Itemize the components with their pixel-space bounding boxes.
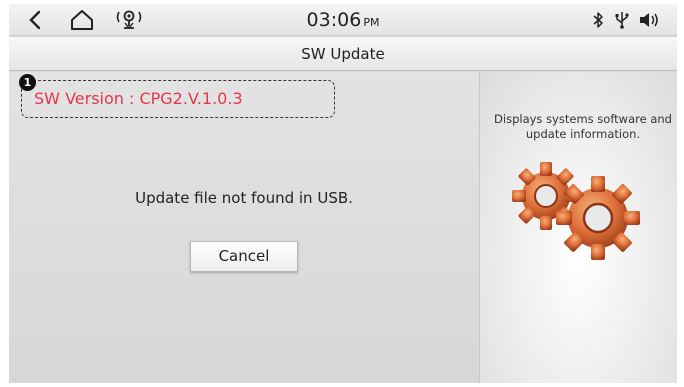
info-description: Displays systems software and update inf… xyxy=(494,112,672,141)
cancel-button[interactable]: Cancel xyxy=(190,241,298,272)
info-panel: Displays systems software and update inf… xyxy=(479,72,677,383)
usb-icon xyxy=(613,8,631,32)
sw-version-text: SW Version : CPG2.V.1.0.3 xyxy=(34,89,243,108)
gears-icon xyxy=(512,162,640,260)
clock: 03:06 PM xyxy=(9,9,677,31)
volume-icon xyxy=(637,8,661,32)
status-message: Update file not found in USB. xyxy=(135,189,353,207)
sw-version-highlight: 1 SW Version : CPG2.V.1.0.3 xyxy=(19,74,335,118)
screen: 03:06 PM SW Update 1 SW Version: CPG2.V… xyxy=(9,4,677,383)
status-bar: 03:06 PM xyxy=(9,4,677,36)
clock-time: 03:06 xyxy=(306,9,362,31)
bluetooth-icon xyxy=(589,8,607,32)
main-content: 1 SW Version : CPG2.V.1.0.3 Update file … xyxy=(9,72,479,383)
clock-ampm: PM xyxy=(363,16,380,29)
page-title: SW Update xyxy=(9,37,677,71)
